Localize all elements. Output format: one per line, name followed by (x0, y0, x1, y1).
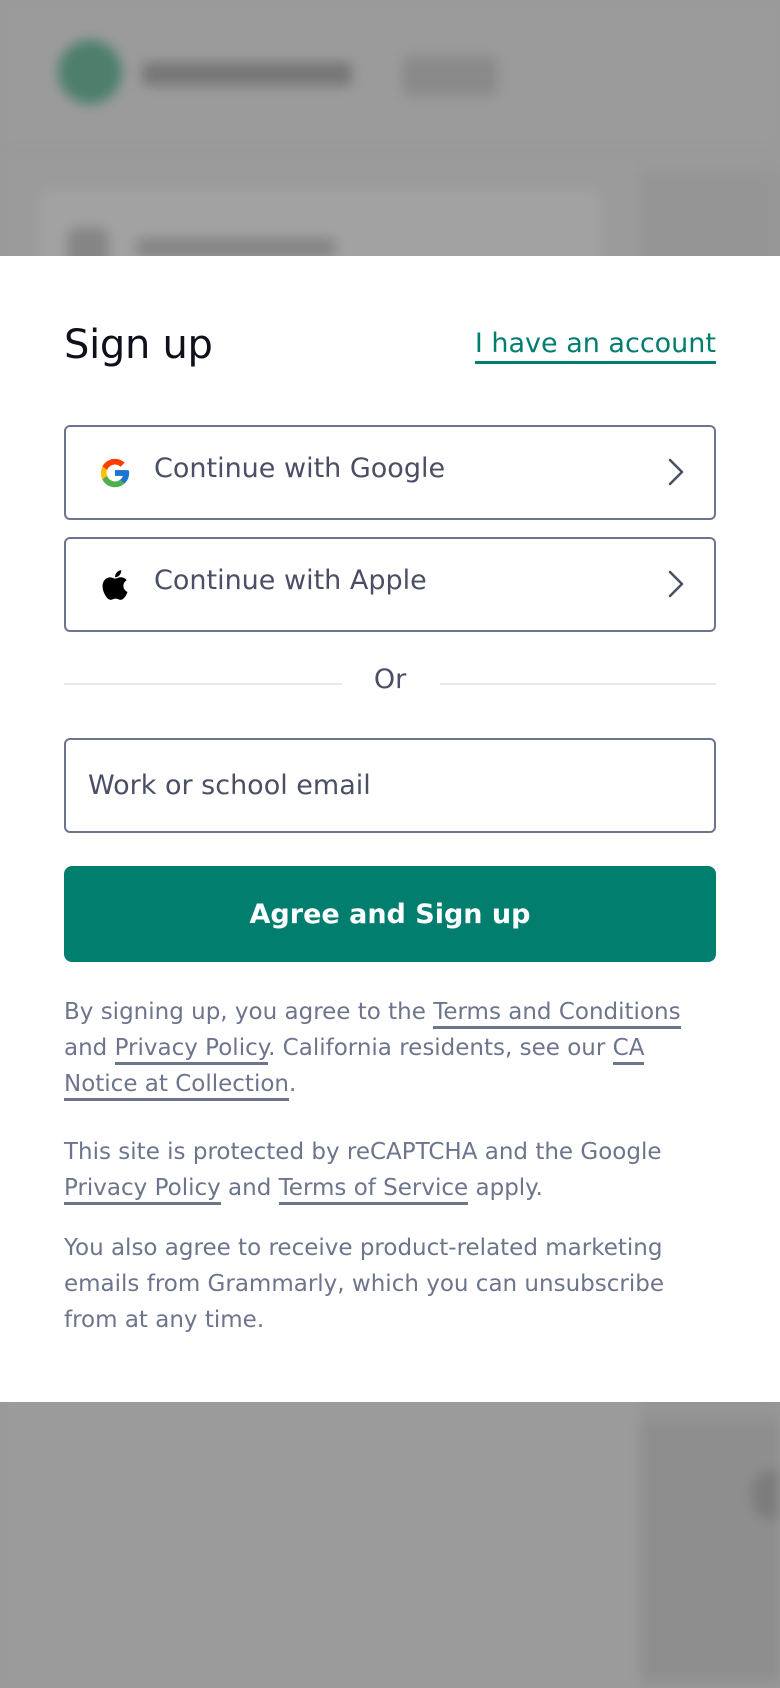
google-privacy-policy-link[interactable]: Privacy Policy (64, 1175, 221, 1205)
recaptcha-suffix: apply. (468, 1175, 543, 1201)
terms-and: and (64, 1035, 115, 1061)
agree-and-sign-up-button[interactable]: Agree and Sign up (64, 866, 716, 962)
recaptcha-prefix: This site is protected by reCAPTCHA and … (64, 1139, 662, 1165)
background-floating-button (752, 1470, 780, 1520)
google-button-label: Continue with Google (154, 453, 446, 484)
privacy-policy-link[interactable]: Privacy Policy (114, 1035, 269, 1065)
background-button (402, 56, 498, 96)
signup-modal: Sign up I have an account Continue with … (0, 256, 780, 1402)
marketing-notice: You also agree to receive product-relate… (64, 1235, 664, 1333)
background-side-panel-lower (640, 1420, 780, 1680)
background-logo-wordmark (142, 62, 352, 86)
background-logo-icon (58, 40, 122, 104)
background-card-line (136, 238, 336, 258)
have-account-link[interactable]: I have an account (474, 328, 716, 365)
apple-icon (102, 570, 128, 600)
email-field-wrapper (64, 738, 716, 833)
terms-suffix: . (288, 1071, 297, 1097)
recaptcha-notice: This site is protected by reCAPTCHA and … (64, 1134, 724, 1206)
continue-with-google-button[interactable]: Continue with Google (64, 425, 716, 520)
signup-title: Sign up (64, 322, 213, 368)
chevron-right-icon (668, 458, 684, 486)
email-field[interactable] (66, 740, 714, 831)
background-divider (0, 150, 780, 152)
recaptcha-and: and (220, 1175, 279, 1201)
terms-notice: By signing up, you agree to the Terms an… (64, 994, 724, 1102)
google-terms-of-service-link[interactable]: Terms of Service (278, 1175, 469, 1205)
chevron-right-icon (668, 570, 684, 598)
or-divider: Or (64, 656, 716, 706)
divider-line-right (440, 683, 716, 685)
continue-with-apple-button[interactable]: Continue with Apple (64, 537, 716, 632)
terms-middle: . California residents, see our (268, 1035, 613, 1061)
terms-prefix: By signing up, you agree to the (64, 999, 434, 1025)
terms-and-conditions-link[interactable]: Terms and Conditions (433, 999, 681, 1029)
apple-button-label: Continue with Apple (154, 565, 427, 596)
google-icon (100, 458, 130, 488)
or-divider-text: Or (373, 664, 407, 695)
